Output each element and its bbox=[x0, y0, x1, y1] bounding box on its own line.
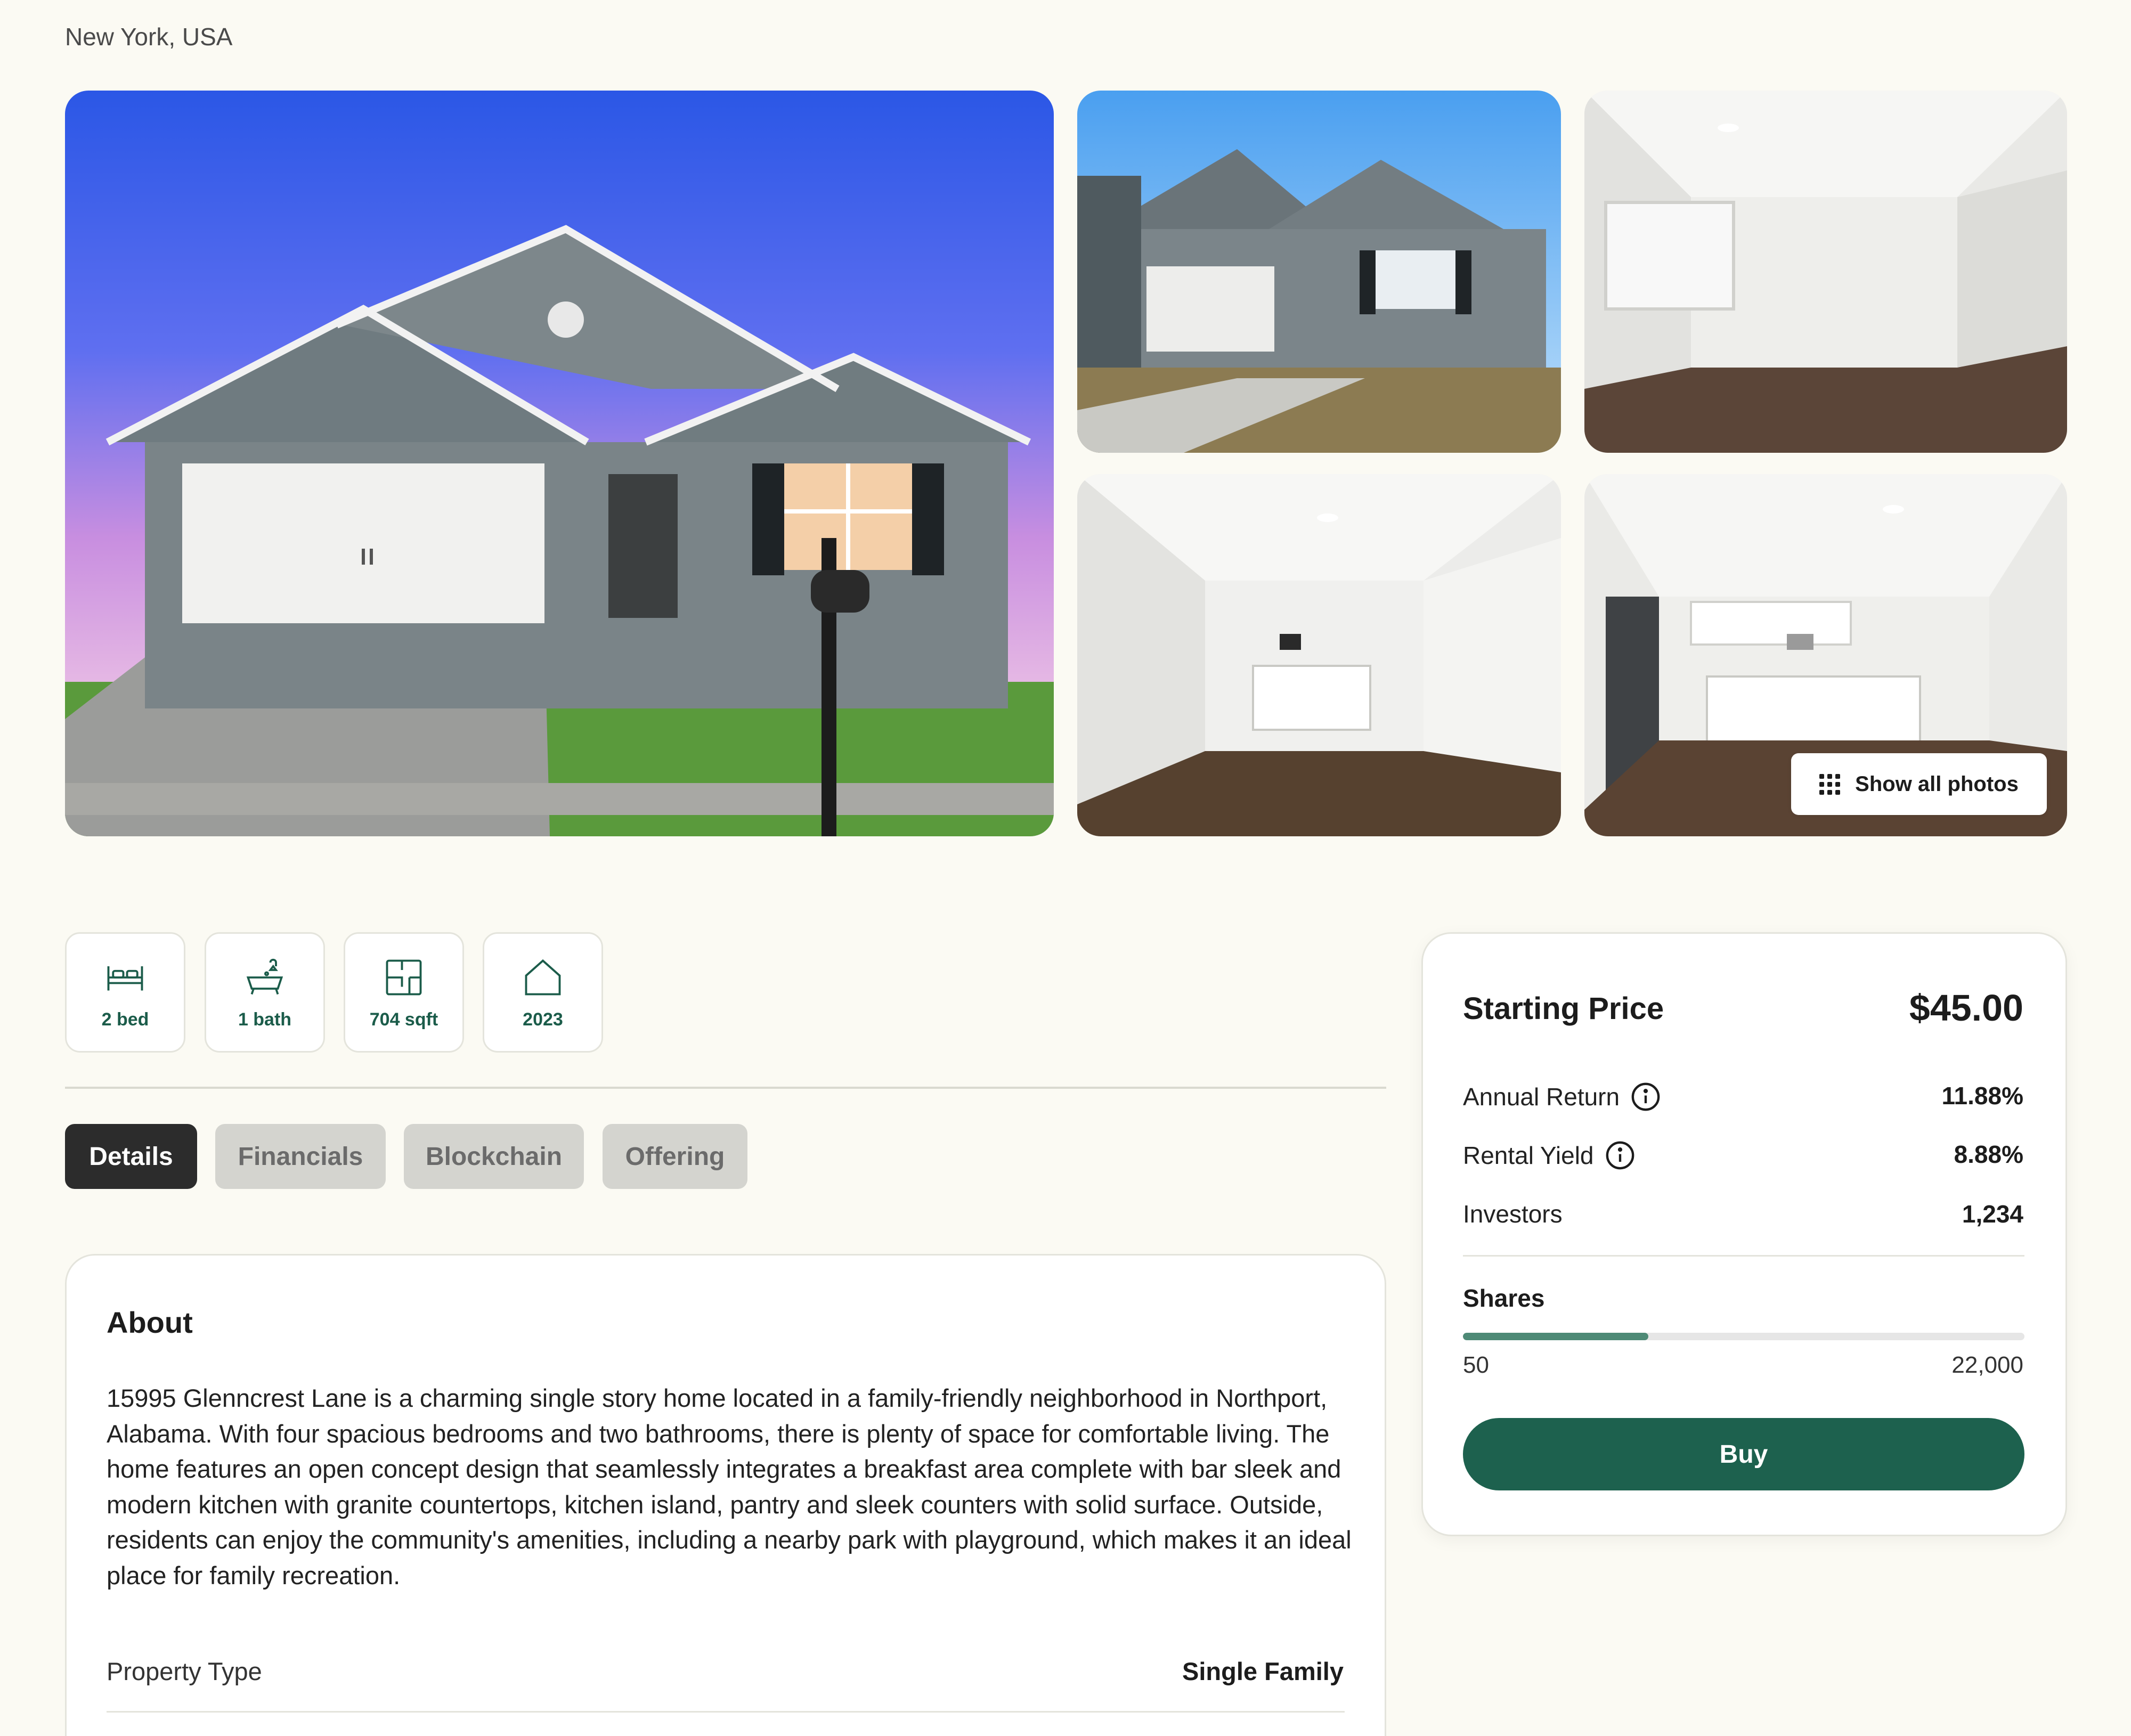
bed-icon bbox=[107, 966, 143, 990]
about-title: About bbox=[107, 1306, 193, 1339]
feature-bathrooms: 1 bath bbox=[205, 932, 325, 1053]
buy-button[interactable]: Buy bbox=[1463, 1418, 2024, 1490]
rental-yield-label: Rental Yield bbox=[1463, 1142, 1594, 1169]
feature-year-built-label: 2023 bbox=[523, 1009, 563, 1030]
feature-bathrooms-label: 1 bath bbox=[238, 1009, 292, 1030]
show-all-photos-button[interactable]: Show all photos bbox=[1791, 753, 2047, 815]
gallery-photo-living-room[interactable] bbox=[1584, 91, 2067, 453]
bath-icon bbox=[246, 958, 283, 995]
info-icon[interactable] bbox=[1630, 1081, 1661, 1112]
feature-bedrooms-label: 2 bed bbox=[101, 1009, 149, 1030]
tab-details[interactable]: Details bbox=[65, 1124, 197, 1189]
annual-return-label: Annual Return bbox=[1463, 1083, 1620, 1111]
shares-label: Shares bbox=[1463, 1284, 1545, 1312]
tab-financials[interactable]: Financials bbox=[215, 1124, 386, 1189]
location-text: New York, USA bbox=[65, 23, 233, 51]
tab-offering[interactable]: Offering bbox=[603, 1124, 747, 1189]
gallery-photo-exterior[interactable] bbox=[1077, 91, 1561, 453]
feature-bedrooms: 2 bed bbox=[65, 932, 185, 1053]
show-all-photos-label: Show all photos bbox=[1855, 772, 2019, 796]
starting-price-label: Starting Price bbox=[1463, 991, 1664, 1026]
property-row-divider bbox=[107, 1711, 1345, 1713]
main-photo[interactable] bbox=[65, 91, 1054, 836]
info-icon[interactable] bbox=[1605, 1140, 1636, 1171]
buy-button-label: Buy bbox=[1719, 1440, 1768, 1469]
about-description: 15995 Glenncrest Lane is a charming sing… bbox=[107, 1384, 1352, 1590]
feature-year-built: 2023 bbox=[483, 932, 603, 1053]
shares-min: 50 bbox=[1463, 1352, 1489, 1378]
section-divider bbox=[65, 1087, 1386, 1089]
investors-label: Investors bbox=[1463, 1200, 1563, 1228]
gallery-photo-open-living[interactable] bbox=[1077, 474, 1561, 836]
pricing-divider bbox=[1463, 1255, 2024, 1257]
property-type-label: Property Type bbox=[107, 1657, 262, 1685]
shares-progress-fill bbox=[1463, 1333, 1648, 1340]
investors-value: 1,234 bbox=[1962, 1200, 2023, 1228]
rental-yield-row: Rental Yield bbox=[1463, 1140, 1636, 1171]
annual-return-row: Annual Return bbox=[1463, 1081, 1661, 1112]
property-type-value: Single Family bbox=[1182, 1657, 1344, 1685]
grid-dots-icon bbox=[1819, 773, 1841, 795]
starting-price-value: $45.00 bbox=[1909, 987, 2023, 1029]
shares-progress-bar bbox=[1463, 1333, 2024, 1340]
rental-yield-value: 8.88% bbox=[1954, 1140, 2023, 1168]
feature-area: 704 sqft bbox=[344, 932, 464, 1053]
annual-return-value: 11.88% bbox=[1941, 1082, 2023, 1110]
home-icon bbox=[525, 959, 561, 995]
floorplan-icon bbox=[386, 959, 422, 995]
tab-blockchain[interactable]: Blockchain bbox=[404, 1124, 584, 1189]
feature-area-label: 704 sqft bbox=[369, 1009, 438, 1030]
shares-max: 22,000 bbox=[1951, 1352, 2023, 1378]
